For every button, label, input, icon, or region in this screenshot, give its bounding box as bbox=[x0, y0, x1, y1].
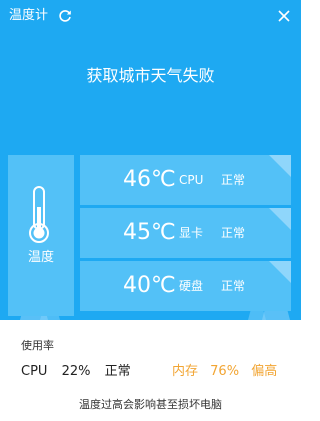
reading-row-cpu: 46℃ CPU 正常 bbox=[80, 155, 291, 205]
reading-temp: 46℃ bbox=[123, 167, 176, 192]
reading-name: 显卡 bbox=[179, 226, 204, 240]
weather-status: 获取城市天气失败 bbox=[86, 66, 215, 85]
memory-usage: 内存 76% 偏高 bbox=[172, 360, 285, 379]
cpu-usage: CPU 22% 正常 bbox=[21, 360, 141, 379]
corner-decoration bbox=[269, 208, 291, 230]
memory-usage-status: 偏高 bbox=[251, 364, 278, 379]
cpu-usage-name: CPU bbox=[21, 364, 48, 379]
reading-status: 正常 bbox=[221, 173, 246, 187]
refresh-icon[interactable] bbox=[58, 9, 72, 23]
reading-row-gpu: 45℃ 显卡 正常 bbox=[80, 208, 291, 258]
temperature-label: 温度 bbox=[27, 250, 54, 265]
app-title: 温度计 bbox=[9, 8, 49, 23]
memory-usage-name: 内存 bbox=[172, 364, 199, 379]
corner-decoration bbox=[269, 261, 291, 283]
reading-status: 正常 bbox=[221, 226, 246, 240]
temperature-panel bbox=[8, 155, 74, 316]
memory-usage-value: 76% bbox=[210, 364, 240, 379]
reading-name: CPU bbox=[179, 173, 204, 187]
usage-label: 使用率 bbox=[21, 339, 54, 352]
reading-status: 正常 bbox=[221, 279, 246, 293]
thermometer-window: 温度计 获取城市天气失败 温度 46℃ CPU 正常 45℃ 显卡 正常 40℃… bbox=[0, 0, 301, 421]
warning-text: 温度过高会影响甚至损坏电脑 bbox=[79, 398, 222, 411]
reading-temp: 40℃ bbox=[123, 273, 176, 298]
reading-temp: 45℃ bbox=[123, 220, 176, 245]
cpu-usage-value: 22% bbox=[61, 364, 91, 379]
reading-name: 硬盘 bbox=[179, 279, 204, 293]
corner-decoration bbox=[269, 155, 291, 177]
title-bar: 温度计 bbox=[0, 0, 301, 32]
thermometer-icon bbox=[29, 186, 49, 243]
reading-row-disk: 40℃ 硬盘 正常 bbox=[80, 261, 291, 311]
close-icon[interactable] bbox=[276, 8, 292, 24]
header-panel: 温度计 获取城市天气失败 温度 46℃ CPU 正常 45℃ 显卡 正常 40℃… bbox=[0, 0, 301, 320]
usage-panel: 使用率 CPU 22% 正常 内存 76% 偏高 温度过高会影响甚至损坏电脑 bbox=[0, 320, 301, 421]
cpu-usage-status: 正常 bbox=[104, 364, 131, 379]
